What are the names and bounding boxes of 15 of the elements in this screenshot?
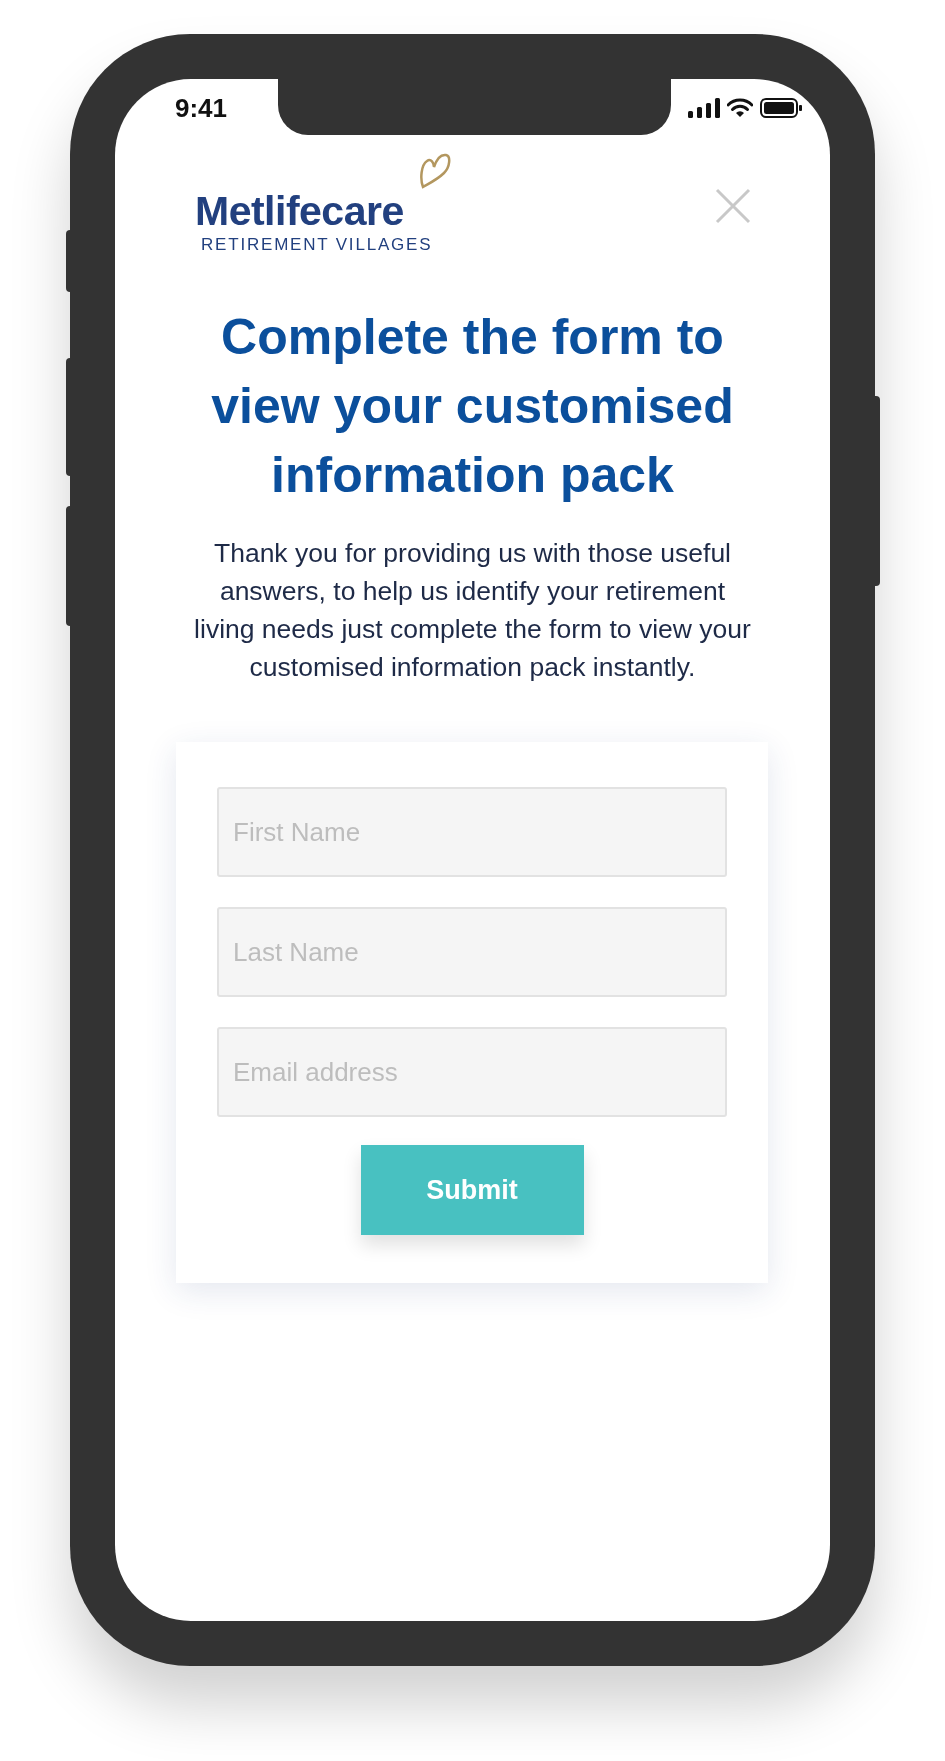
text-input[interactable]: First Name: [217, 787, 727, 877]
logo-wordmark: Metlifecare: [195, 189, 405, 233]
logo-tagline: RETIREMENT VILLAGES: [200, 235, 433, 255]
close-button[interactable]: [714, 187, 752, 225]
signal-icon: [688, 98, 720, 118]
text-input[interactable]: Last Name: [217, 907, 727, 997]
intro-text: Thank you for providing us with those useful answers, to help us identify your retirement living needs just complete the form to view your customised information pack instantly.: [193, 537, 752, 684]
battery-icon: [760, 98, 802, 118]
status-time: 9:41: [175, 91, 228, 125]
heading: Complete the form to view your customised information pack: [210, 308, 735, 505]
wifi-icon: [727, 98, 753, 118]
submit-button[interactable]: Submit: [360, 1145, 584, 1235]
close-icon: [714, 187, 752, 225]
text-input[interactable]: Email address: [217, 1027, 727, 1117]
heart-icon: [419, 153, 451, 189]
